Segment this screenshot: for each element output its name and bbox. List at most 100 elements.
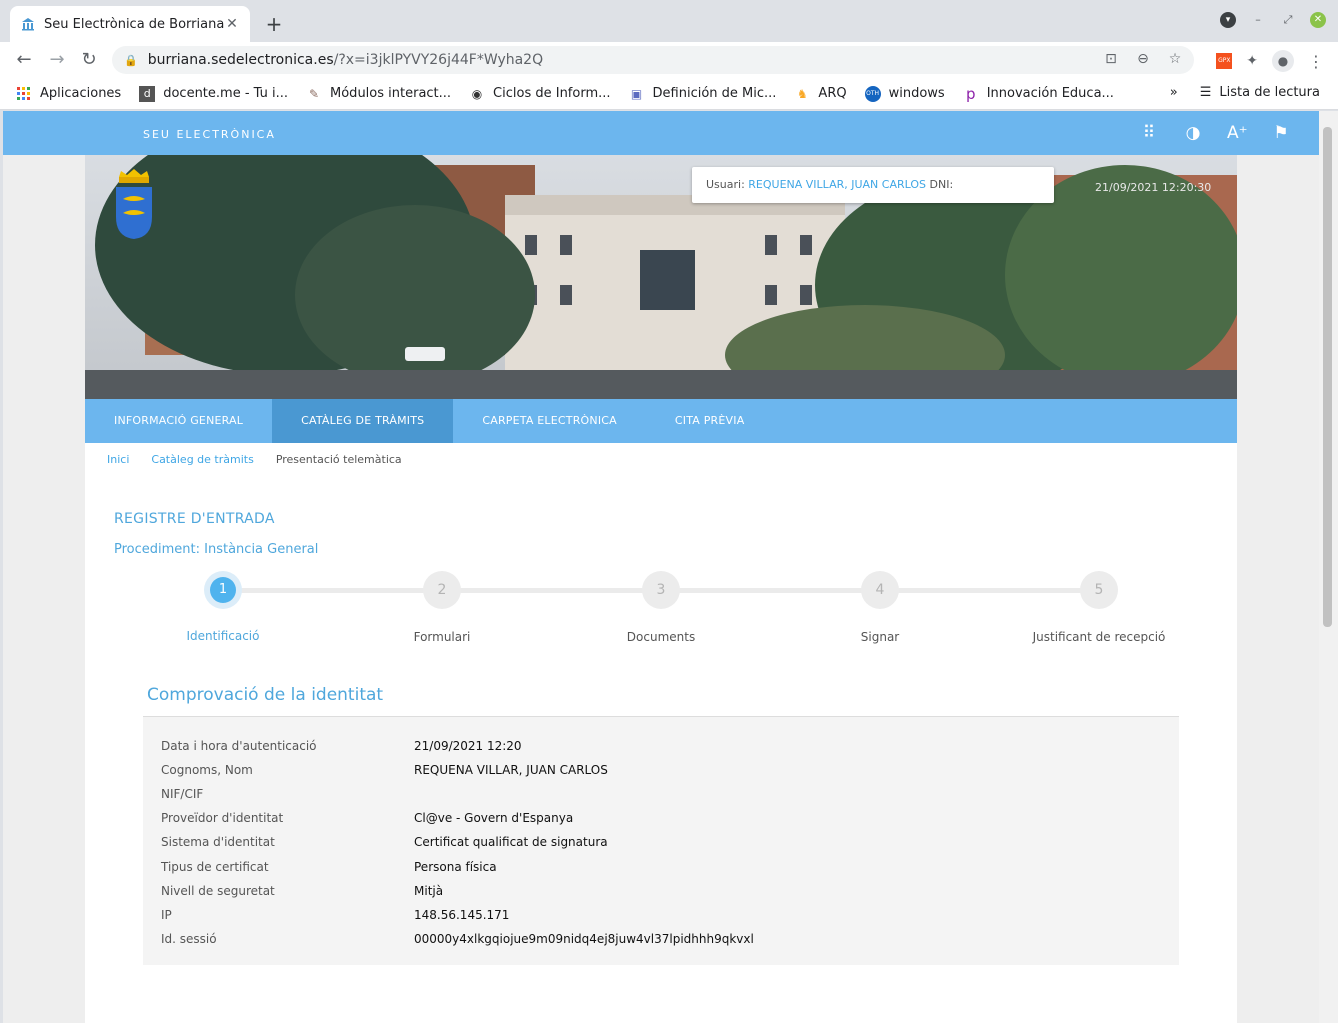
step-4-label: Signar — [860, 630, 900, 644]
step-1-number: 1 — [210, 577, 236, 603]
bookmark-item[interactable]: OTH windows — [864, 85, 945, 102]
bookmark-item[interactable]: d docente.me - Tu i... — [139, 85, 289, 102]
maximize-icon[interactable]: ⤢ — [1280, 12, 1296, 28]
main-navigation: INFORMACIÓ GENERAL CATÀLEG DE TRÀMITS CA… — [85, 399, 1237, 443]
reading-list-icon: ☰ — [1199, 85, 1212, 100]
language-flag-icon[interactable]: ⚑ — [1271, 123, 1291, 143]
detail-value: REQUENA VILLAR, JUAN CARLOS — [414, 763, 608, 777]
scrollbar-thumb[interactable] — [1323, 127, 1332, 627]
bookmark-item[interactable]: ◉ Ciclos de Inform... — [469, 86, 611, 102]
bookmark-item[interactable]: ♞ ARQ — [794, 86, 847, 102]
detail-key: IP — [161, 908, 172, 922]
zoom-icon[interactable]: ⊖ — [1134, 51, 1152, 67]
building-favicon-icon — [22, 18, 34, 31]
user-info-box: Usuari: REQUENA VILLAR, JUAN CARLOS DNI: — [692, 167, 1054, 203]
browser-toolbar: ← → ↻ 🔒 burriana.sedelectronica.es/?x=i3… — [0, 42, 1338, 78]
browser-tabstrip: Seu Electrònica de Borriana ✕ + ▾ – ⤢ ✕ — [0, 0, 1338, 42]
detail-value: 148.56.145.171 — [414, 908, 510, 922]
minimize-icon[interactable]: – — [1250, 12, 1266, 28]
address-bar[interactable]: 🔒 burriana.sedelectronica.es/?x=i3jklPYV… — [112, 46, 1194, 74]
lock-icon[interactable]: 🔒 — [124, 54, 138, 67]
step-1-label: Identificació — [186, 629, 260, 643]
extensions-puzzle-icon[interactable]: ✦ — [1246, 53, 1258, 69]
browser-tab[interactable]: Seu Electrònica de Borriana ✕ — [10, 6, 250, 42]
bookmark-label: Innovación Educa... — [986, 86, 1114, 101]
site-topbar: SEU ELECTRÒNICA ⠿ ◑ A⁺ ⚑ — [3, 111, 1319, 155]
contrast-icon[interactable]: ◑ — [1183, 123, 1203, 143]
breadcrumb-cataleg[interactable]: Catàleg de tràmits — [151, 453, 253, 466]
user-label: Usuari: — [706, 178, 745, 191]
detail-key: Sistema d'identitat — [161, 835, 275, 849]
step-2-indicator: 2 — [423, 571, 461, 609]
bookmark-label: Ciclos de Inform... — [493, 86, 611, 101]
sitemap-icon[interactable]: ⠿ — [1139, 123, 1159, 143]
detail-key: Nivell de seguretat — [161, 884, 275, 898]
gpx-extension-icon[interactable]: GPX — [1216, 53, 1233, 69]
back-arrow-icon[interactable]: ← — [12, 48, 36, 72]
docente-icon: d — [139, 85, 156, 102]
section-title: REGISTRE D'ENTRADA — [114, 511, 275, 527]
detail-key: Proveïdor d'identitat — [161, 811, 284, 825]
header-photo: Usuari: REQUENA VILLAR, JUAN CARLOS DNI:… — [85, 155, 1237, 399]
detail-value: Persona física — [414, 860, 497, 874]
detail-row: Proveïdor d'identitat Cl@ve - Govern d'Es… — [161, 811, 573, 829]
nav-carpeta-electronica[interactable]: CARPETA ELECTRÒNICA — [453, 399, 646, 443]
translate-icon[interactable]: ⊡ — [1102, 51, 1120, 67]
bookmark-item[interactable]: ▣ Definición de Mic... — [629, 86, 777, 102]
globe-icon: ◉ — [471, 86, 483, 101]
main-content: Usuari: REQUENA VILLAR, JUAN CARLOS DNI:… — [85, 155, 1237, 1023]
step-3-label: Documents — [626, 630, 696, 644]
detail-row: IP 148.56.145.171 — [161, 908, 509, 926]
site-brand[interactable]: SEU ELECTRÒNICA — [143, 128, 276, 141]
nav-cita-previa[interactable]: CITA PRÈVIA — [646, 399, 774, 443]
bookmark-label: ARQ — [818, 86, 847, 101]
windows-icon: OTH — [864, 85, 881, 102]
detail-value: Cl@ve - Govern d'Espanya — [414, 811, 574, 825]
font-size-icon[interactable]: A⁺ — [1227, 123, 1248, 143]
bookmark-item[interactable]: Aplicaciones — [16, 86, 121, 102]
step-4-indicator: 4 — [861, 571, 899, 609]
nav-informacio-general[interactable]: INFORMACIÓ GENERAL — [85, 399, 272, 443]
detail-value: 21/09/2021 12:20 — [414, 739, 522, 753]
omnibox-actions: ⊡ ⊖ ☆ — [1102, 51, 1184, 67]
page-viewport: SEU ELECTRÒNICA ⠿ ◑ A⁺ ⚑ Usuari: REQUENA… — [3, 111, 1319, 1023]
nav-cataleg-tramits[interactable]: CATÀLEG DE TRÀMITS — [272, 399, 454, 443]
lock-site-icon: ▣ — [630, 86, 643, 101]
new-tab-plus-icon[interactable]: + — [262, 12, 286, 36]
step-5-indicator: 5 — [1080, 571, 1118, 609]
bookmark-label: docente.me - Tu i... — [163, 86, 289, 101]
town-hall-photo — [85, 155, 1237, 399]
url-host: burriana.sedelectronica.es — [147, 52, 334, 68]
tab-close-icon[interactable]: ✕ — [224, 16, 240, 32]
bookmark-star-icon[interactable]: ☆ — [1166, 51, 1184, 67]
borriana-coat-of-arms-icon — [116, 169, 152, 239]
window-close-icon[interactable]: ✕ — [1310, 12, 1326, 28]
profile-avatar-icon[interactable]: ● — [1272, 50, 1294, 72]
page-scrollbar[interactable] — [1319, 111, 1338, 1023]
user-name-link[interactable]: REQUENA VILLAR, JUAN CARLOS — [748, 178, 926, 191]
step-3-indicator: 3 — [642, 571, 680, 609]
detail-value: 00000y4xlkgqiojue9m09nidq4ej8juw4vl37lpi… — [414, 932, 754, 946]
bookmarks-right: » ☰ Lista de lectura — [1170, 85, 1320, 100]
window-controls: ▾ – ⤢ ✕ — [1220, 12, 1326, 28]
kebab-menu-icon[interactable]: ⋮ — [1308, 52, 1324, 71]
bookmark-item[interactable]: ✎ Módulos interact... — [306, 86, 451, 102]
session-datetime: 21/09/2021 12:20:30 — [1095, 181, 1212, 194]
identity-details-panel: Data i hora d'autenticació 21/09/2021 12:… — [143, 716, 1179, 965]
tab-search-icon[interactable]: ▾ — [1220, 12, 1236, 28]
bookmark-label: Módulos interact... — [330, 86, 452, 101]
bookmark-label: Definición de Mic... — [652, 86, 777, 101]
detail-row: Sistema d'identitat Certificat qualificat… — [161, 835, 608, 853]
reading-list-button[interactable]: ☰ Lista de lectura — [1200, 85, 1320, 100]
bookmarks-bar: Aplicaciones d docente.me - Tu i... ✎ Mó… — [0, 78, 1338, 110]
detail-key: NIF/CIF — [161, 787, 204, 801]
bookmark-label: Aplicaciones — [40, 86, 122, 101]
forward-arrow-icon[interactable]: → — [45, 48, 69, 72]
reload-icon[interactable]: ↻ — [77, 48, 101, 72]
breadcrumb-inici[interactable]: Inici — [107, 453, 129, 466]
apps-grid-icon — [17, 86, 30, 100]
bookmark-item[interactable]: p Innovación Educa... — [963, 86, 1114, 102]
detail-key: Data i hora d'autenticació — [161, 739, 317, 753]
more-bookmarks-chevron-icon[interactable]: » — [1170, 85, 1178, 100]
innovacion-icon: p — [965, 84, 976, 103]
